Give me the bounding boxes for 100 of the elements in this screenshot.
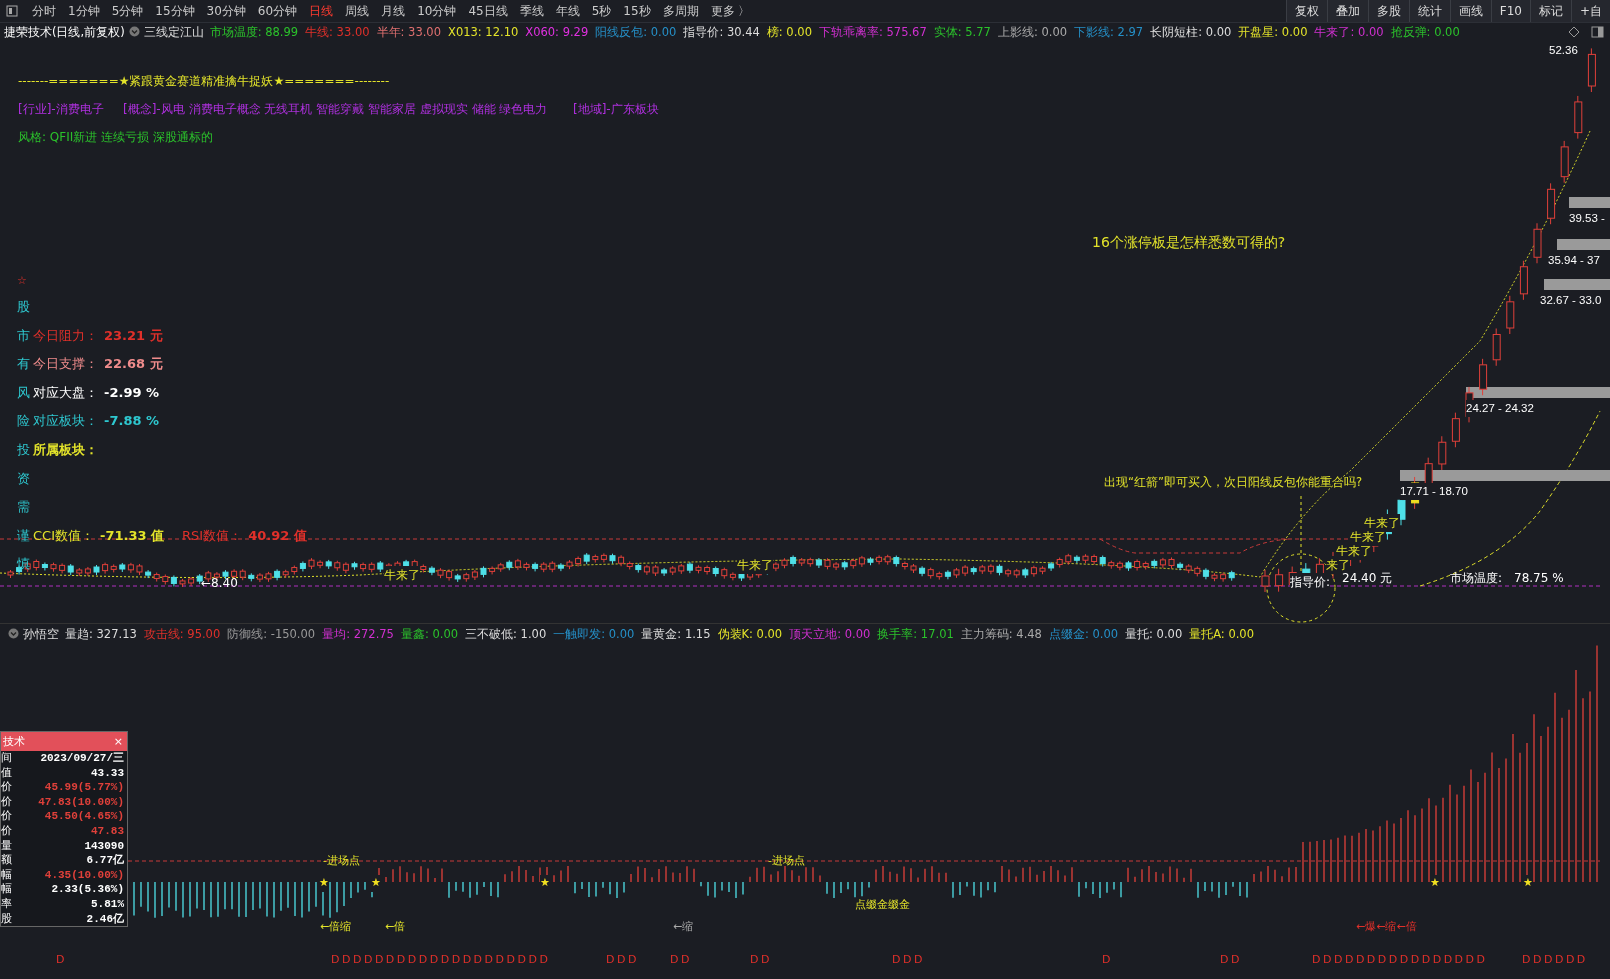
price-label: ←8.40 xyxy=(201,575,238,592)
dropdown-icon[interactable] xyxy=(128,26,140,37)
period-tab[interactable]: 季线 xyxy=(513,0,550,22)
period-tab[interactable]: 分时 xyxy=(26,0,62,22)
entry-point-label: -进场点 xyxy=(323,853,360,869)
signal-label: DD xyxy=(1220,952,1242,968)
signal-label: 点缀金缀金 xyxy=(855,897,910,913)
more-link[interactable]: 更多 〉 xyxy=(704,0,757,22)
info-value: 45.99(5.77%) xyxy=(44,780,124,795)
panel-toggle-icon[interactable] xyxy=(6,5,18,17)
style-text: 风格: QFII新进 连续亏损 深股通标的 xyxy=(18,129,213,146)
panel-title: 技术 xyxy=(3,734,25,750)
info-value: 47.83(10.00%) xyxy=(38,794,124,810)
toolbar-button[interactable]: 画线 xyxy=(1449,0,1491,22)
signal-label: 牛来了 xyxy=(384,566,420,584)
period-tab[interactable]: 10分钟 xyxy=(411,0,463,22)
period-tab[interactable]: 日线 xyxy=(303,0,340,22)
period-tab[interactable]: 1分钟 xyxy=(62,0,106,22)
period-tab[interactable]: 年线 xyxy=(549,0,586,22)
side-char: 有 xyxy=(17,355,31,374)
indicator-value: 伪装K: 0.00 xyxy=(717,627,783,641)
indicator-value: 防御线: -150.00 xyxy=(227,627,316,641)
signal-label: ←缩 xyxy=(673,919,694,935)
indicator-value: 抢反弹: 0.00 xyxy=(1390,25,1460,39)
indicator-value: 量托A: 0.00 xyxy=(1189,627,1254,641)
info-value: 2.33(5.36%) xyxy=(51,882,124,897)
indicator-value: 阳线反包: 0.00 xyxy=(595,25,677,39)
indicator-value: 半年: 33.00 xyxy=(376,25,441,39)
indicator-value: X013: 12.10 xyxy=(448,25,519,39)
period-tab[interactable]: 周线 xyxy=(339,0,376,22)
signal-label: DDD xyxy=(606,952,639,968)
indicator-value: 开盘星: 0.00 xyxy=(1238,25,1308,39)
signal-label: 牛来了 xyxy=(737,556,773,574)
indicator-value: 顶天立地: 0.00 xyxy=(789,627,871,641)
info-value: 2023/09/27/三 xyxy=(40,751,124,766)
period-tab[interactable]: 15分钟 xyxy=(149,0,201,22)
info-label: 量 xyxy=(1,838,12,854)
period-tab[interactable]: 30分钟 xyxy=(200,0,252,22)
stat-value: 23.21 元 xyxy=(104,326,163,345)
stat-label: RSI数值： xyxy=(182,526,243,545)
indicator-value: 上影线: 0.00 xyxy=(997,25,1068,39)
indicator-value: 牛线: 33.00 xyxy=(305,25,370,39)
indicator-value: 量鑫: 0.00 xyxy=(400,627,459,641)
tag-text: [行业]-消费电子 xyxy=(18,101,104,118)
formula-name: 三线定江山 xyxy=(143,25,204,39)
signal-label: D xyxy=(1102,952,1113,968)
period-tab[interactable]: 5秒 xyxy=(585,0,618,22)
info-label: 幅 xyxy=(1,882,12,897)
toolbar-button[interactable]: 统计 xyxy=(1408,0,1450,22)
indicator-value: 榜: 0.00 xyxy=(766,25,812,39)
indicator-value: 换手率: 17.01 xyxy=(877,627,954,641)
tag-text: [概念]-风电 消费电子概念 无线耳机 智能穿戴 智能家居 虚拟现实 储能 绿色电力 xyxy=(123,101,548,118)
indicator-value: 长阴短柱: 0.00 xyxy=(1150,25,1232,39)
toolbar-button[interactable]: F10 xyxy=(1490,0,1530,22)
indicator-value: 实体: 5.77 xyxy=(933,25,991,39)
star-icon: ☆ xyxy=(17,269,307,293)
indicator-value: 下影线: 2.97 xyxy=(1074,25,1144,39)
stat-value: 22.68 元 xyxy=(104,355,163,374)
signal-label: ←倍 xyxy=(385,919,406,935)
toolbar-button[interactable]: 标记 xyxy=(1529,0,1571,22)
indicator-value: 点缀金: 0.00 xyxy=(1048,627,1119,641)
signal-label: DDDDDDDDDDDDDDDD xyxy=(1312,952,1488,968)
side-char: 资 xyxy=(17,469,31,488)
side-char: 投 xyxy=(17,440,31,459)
info-label: 间 xyxy=(1,751,12,766)
info-value: 45.50(4.65%) xyxy=(44,809,124,824)
signal-label: 牛来了 xyxy=(1336,542,1372,560)
info-value: 4.35(10.00%) xyxy=(44,867,124,883)
stat-label: 对应板块： xyxy=(33,412,98,431)
close-button[interactable]: × xyxy=(113,732,123,751)
period-tab[interactable]: 60分钟 xyxy=(251,0,304,22)
stat-label: 今日支撑： xyxy=(33,355,98,374)
info-value: 6.77亿 xyxy=(86,853,124,868)
signal-label: D xyxy=(56,952,67,968)
toolbar-button[interactable]: 叠加 xyxy=(1326,0,1368,22)
indicator-value: 市场温度: 88.99 xyxy=(209,25,299,39)
toolbar-button[interactable]: 多股 xyxy=(1367,0,1409,22)
info-value: 47.83 xyxy=(91,823,124,839)
stat-label: 所属板块： xyxy=(33,440,98,459)
price-label: 24.27 - 24.32 xyxy=(1466,400,1534,418)
period-tab[interactable]: 月线 xyxy=(375,0,412,22)
dropdown-icon[interactable] xyxy=(8,628,19,639)
toolbar-button[interactable]: +自 xyxy=(1570,0,1610,22)
period-tab[interactable]: 多周期 xyxy=(656,0,705,22)
stat-value: -71.33 值 xyxy=(100,526,165,545)
period-tab[interactable]: 45日线 xyxy=(462,0,514,22)
indicator-value: 量黄金: 1.15 xyxy=(641,627,711,641)
period-tab[interactable]: 15秒 xyxy=(617,0,657,22)
indicator-value: 攻击线: 95.00 xyxy=(143,627,221,641)
info-value: 43.33 xyxy=(91,765,124,781)
side-char: 谨 xyxy=(17,526,31,545)
slogan-text: -------=======★紧跟黄金赛道精准擒牛捉妖★=======-------- xyxy=(18,73,390,90)
headline-text: 16个涨停板是怎样悉数可得的? xyxy=(1092,233,1286,252)
info-label: 价 xyxy=(1,794,12,810)
indicator-value: 主力筹码: 4.48 xyxy=(960,627,1042,641)
side-char: 股 xyxy=(17,298,31,316)
temperature-label: 市场温度: xyxy=(1450,570,1503,587)
toolbar-button[interactable]: 复权 xyxy=(1285,0,1327,22)
side-char: 风 xyxy=(17,383,31,402)
period-tab[interactable]: 5分钟 xyxy=(105,0,150,22)
